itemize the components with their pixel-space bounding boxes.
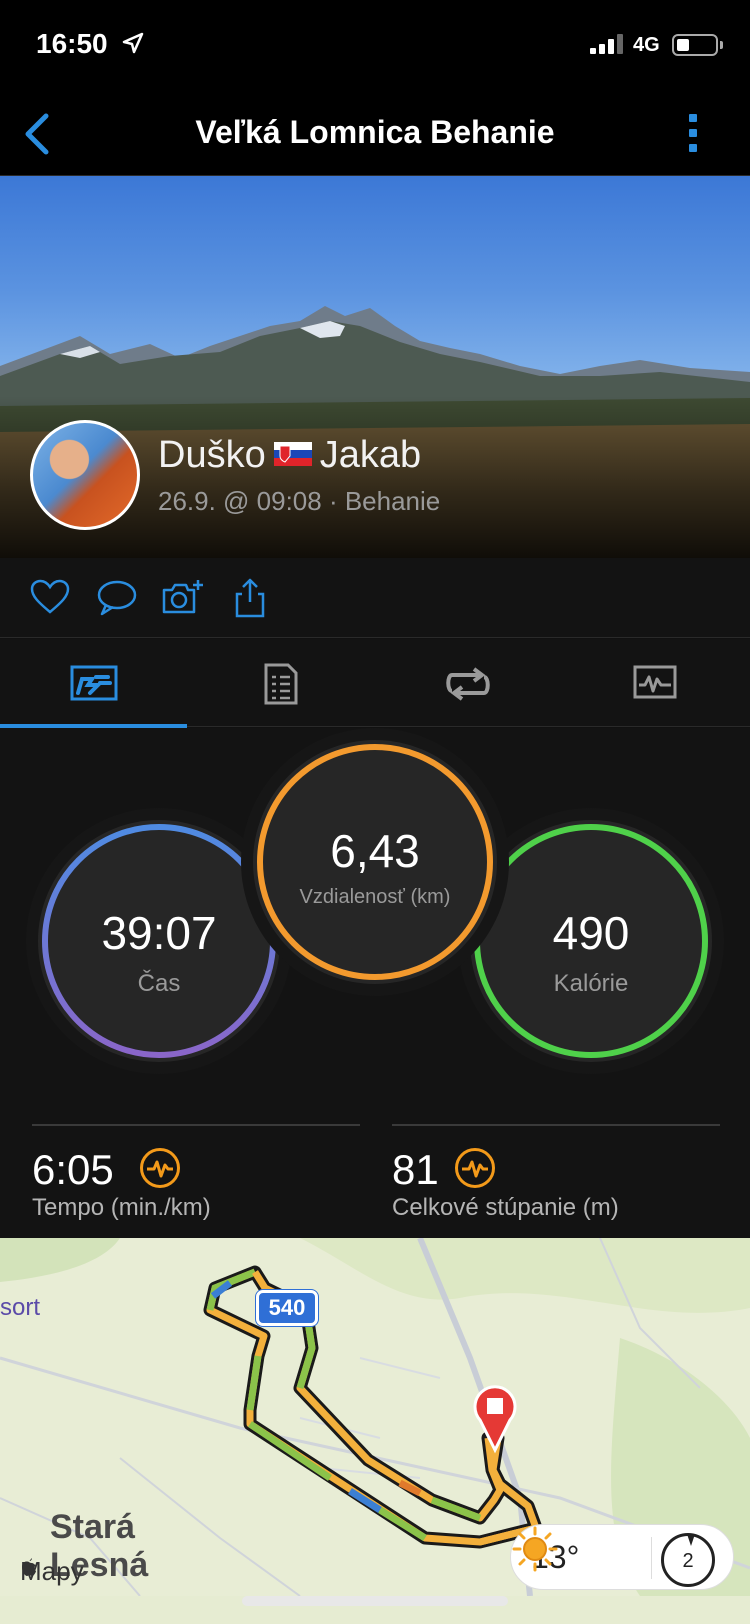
camera-plus-icon[interactable] — [160, 576, 204, 620]
distance-label: Vzdialenosť (km) — [299, 886, 451, 908]
last-name: Jakab — [319, 434, 422, 476]
pace-divider — [32, 1124, 360, 1126]
repeat-icon — [446, 667, 490, 701]
chart-icon — [633, 665, 677, 699]
ascent-value: 81 — [392, 1146, 439, 1193]
map-label-partial: sort — [0, 1294, 41, 1321]
town-line-1: Stará — [50, 1508, 136, 1546]
speech-bubble-icon[interactable] — [94, 576, 138, 620]
activity-subtitle: 26.9. @ 09:08 · Behanie — [158, 486, 441, 516]
calories-ring[interactable]: 490 Kalórie — [470, 820, 712, 1062]
weather-widget[interactable]: 13° 2 — [510, 1524, 734, 1590]
pace-heartbeat-icon[interactable] — [140, 1148, 180, 1188]
slovakia-flag-icon — [273, 441, 312, 466]
weather-divider — [651, 1537, 652, 1579]
time-value: 39:07 — [101, 907, 217, 959]
tab-laps[interactable] — [374, 639, 561, 727]
location-arrow-icon — [122, 32, 144, 54]
calories-value: 490 — [552, 907, 630, 959]
status-bar: 16:50 4G — [0, 0, 750, 92]
run-stats-icon — [70, 665, 118, 701]
road-number-badge: 540 — [256, 1290, 318, 1326]
tab-overview[interactable] — [0, 639, 187, 728]
share-icon[interactable] — [228, 576, 272, 620]
distance-ring[interactable]: 6,43 Vzdialenosť (km) — [253, 740, 497, 984]
distance-value: 6,43 — [330, 825, 420, 877]
stats-panel: 39:07 Čas 490 Kalórie 6,43 Vzdialenosť (… — [0, 728, 750, 1238]
ascent-label: Celkové stúpanie (m) — [392, 1194, 619, 1221]
compass-icon[interactable]: 2 — [661, 1533, 715, 1587]
user-name[interactable]: Duško Jakab — [158, 434, 421, 477]
signal-icon — [590, 34, 623, 54]
time-ring[interactable]: 39:07 Čas — [38, 820, 280, 1062]
compass-needle — [687, 1534, 695, 1546]
time-label: Čas — [137, 970, 181, 997]
battery-icon — [672, 34, 718, 56]
document-list-icon — [264, 663, 298, 705]
avatar[interactable] — [30, 420, 140, 530]
sun-icon — [512, 1526, 558, 1572]
apple-maps-logo: Mapy — [20, 1556, 84, 1587]
first-name: Duško — [158, 434, 266, 476]
battery-cap — [720, 41, 723, 49]
network-type: 4G — [633, 34, 660, 56]
vertical-dots-icon[interactable] — [682, 110, 704, 158]
activity-tabs — [0, 639, 750, 728]
action-bar — [0, 558, 750, 638]
ascent-heartbeat-icon[interactable] — [455, 1148, 495, 1188]
pace-value: 6:05 — [32, 1146, 114, 1193]
compass-value: 2 — [682, 1550, 694, 1572]
nav-bar: Veľká Lomnica Behanie — [0, 92, 750, 176]
tab-charts[interactable] — [561, 639, 748, 727]
home-indicator[interactable] — [242, 1596, 508, 1606]
tab-details[interactable] — [187, 639, 374, 727]
apple-logo-icon — [22, 1558, 36, 1576]
heart-icon[interactable] — [28, 576, 72, 620]
ascent-divider — [392, 1124, 720, 1126]
page-title: Veľká Lomnica Behanie — [195, 114, 555, 150]
route-map[interactable]: sort 540 Stará Lesná Mapy 13° 2 — [0, 1238, 750, 1596]
status-time: 16:50 — [36, 28, 108, 59]
pace-label: Tempo (min./km) — [32, 1194, 211, 1221]
calories-label: Kalórie — [553, 970, 629, 997]
activity-cover-photo: Duško Jakab 26.9. @ 09:08 · Behanie — [0, 176, 750, 558]
